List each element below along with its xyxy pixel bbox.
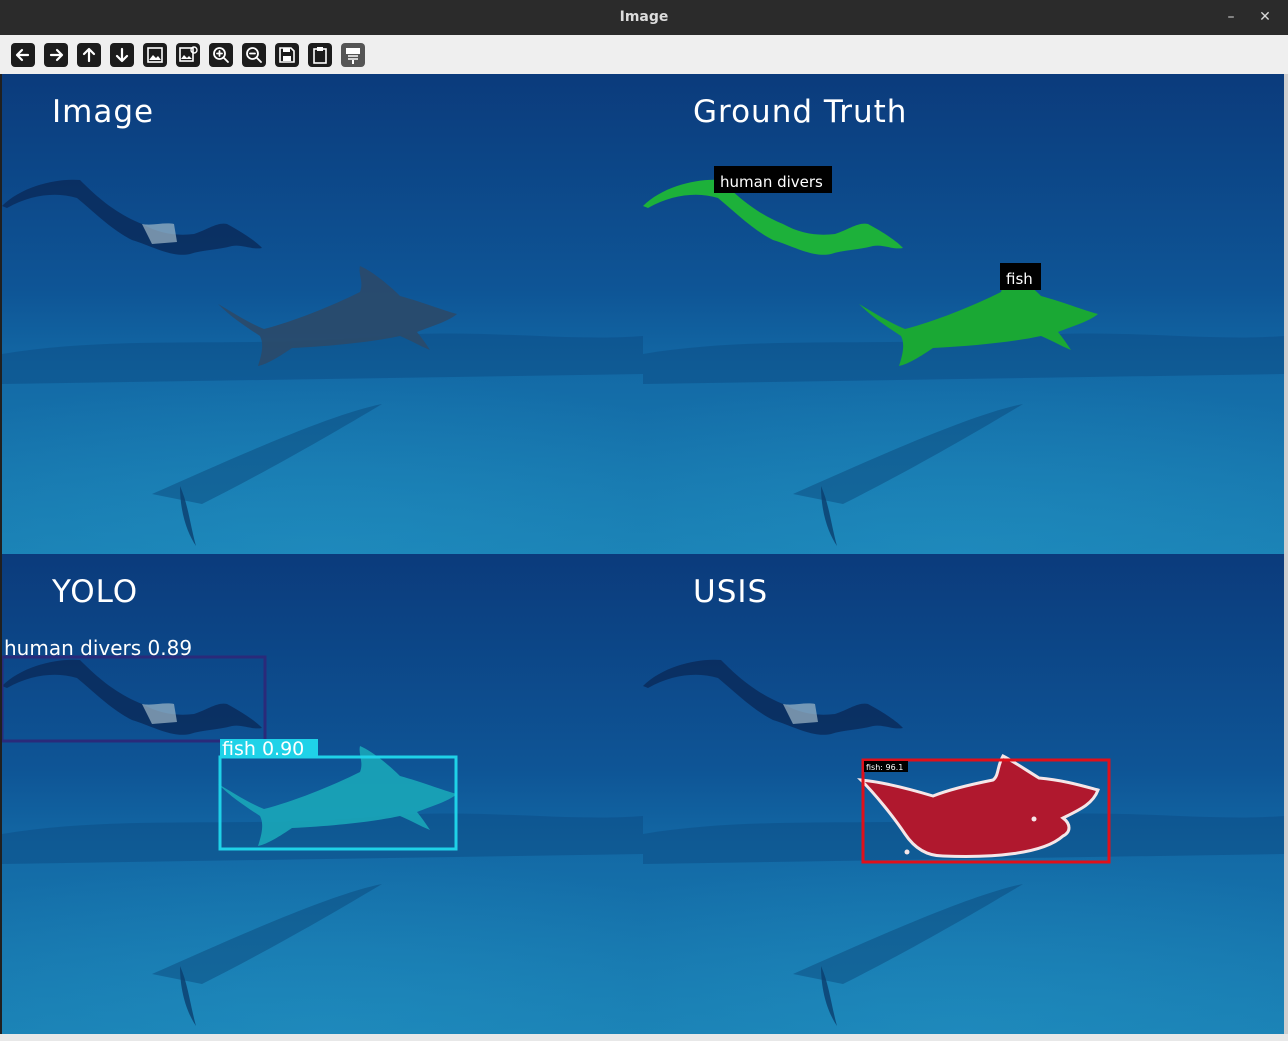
panel-usis: fish: 96.1 USIS (643, 554, 1284, 1034)
arrow-down-icon[interactable] (109, 42, 135, 68)
underwater-photo (2, 74, 643, 554)
gt-diver-label: human divers (720, 173, 823, 191)
minimize-button[interactable]: – (1220, 6, 1242, 28)
arrow-right-icon[interactable] (43, 42, 69, 68)
gt-fish-label: fish (1006, 270, 1033, 288)
panel-image: Image (2, 74, 643, 554)
clipboard-icon[interactable] (307, 42, 333, 68)
yolo-fish-label: fish 0.90 (222, 738, 304, 760)
ground-truth-photo: human divers fish (643, 74, 1284, 554)
usis-fish-label: fish: 96.1 (866, 763, 903, 772)
image-icon[interactable] (142, 42, 168, 68)
panel-title-ground-truth: Ground Truth (693, 94, 908, 130)
status-bar (0, 1034, 1288, 1041)
save-icon[interactable] (274, 42, 300, 68)
window-title: Image (619, 9, 669, 25)
image-settings-icon[interactable] (175, 42, 201, 68)
arrow-up-icon[interactable] (76, 42, 102, 68)
window-titlebar: Image – ✕ (0, 0, 1288, 35)
toolbar (0, 35, 1288, 74)
panel-yolo: human divers 0.89 fish 0.90 YOLO (2, 554, 643, 1034)
close-button[interactable]: ✕ (1254, 6, 1276, 28)
yolo-diver-label: human divers 0.89 (4, 636, 192, 660)
usis-photo: fish: 96.1 (643, 554, 1284, 1034)
panel-title-image: Image (52, 94, 155, 130)
zoom-in-icon[interactable] (208, 42, 234, 68)
panel-title-usis: USIS (693, 574, 769, 610)
vertical-scrollbar[interactable] (1284, 74, 1288, 1034)
properties-icon[interactable] (340, 42, 366, 68)
image-viewport[interactable]: Image human divers fish Ground Truth hum… (2, 74, 1284, 1034)
yolo-photo: human divers 0.89 fish 0.90 (2, 554, 643, 1034)
zoom-out-icon[interactable] (241, 42, 267, 68)
panel-title-yolo: YOLO (52, 574, 139, 610)
panel-ground-truth: human divers fish Ground Truth (643, 74, 1284, 554)
arrow-left-icon[interactable] (10, 42, 36, 68)
